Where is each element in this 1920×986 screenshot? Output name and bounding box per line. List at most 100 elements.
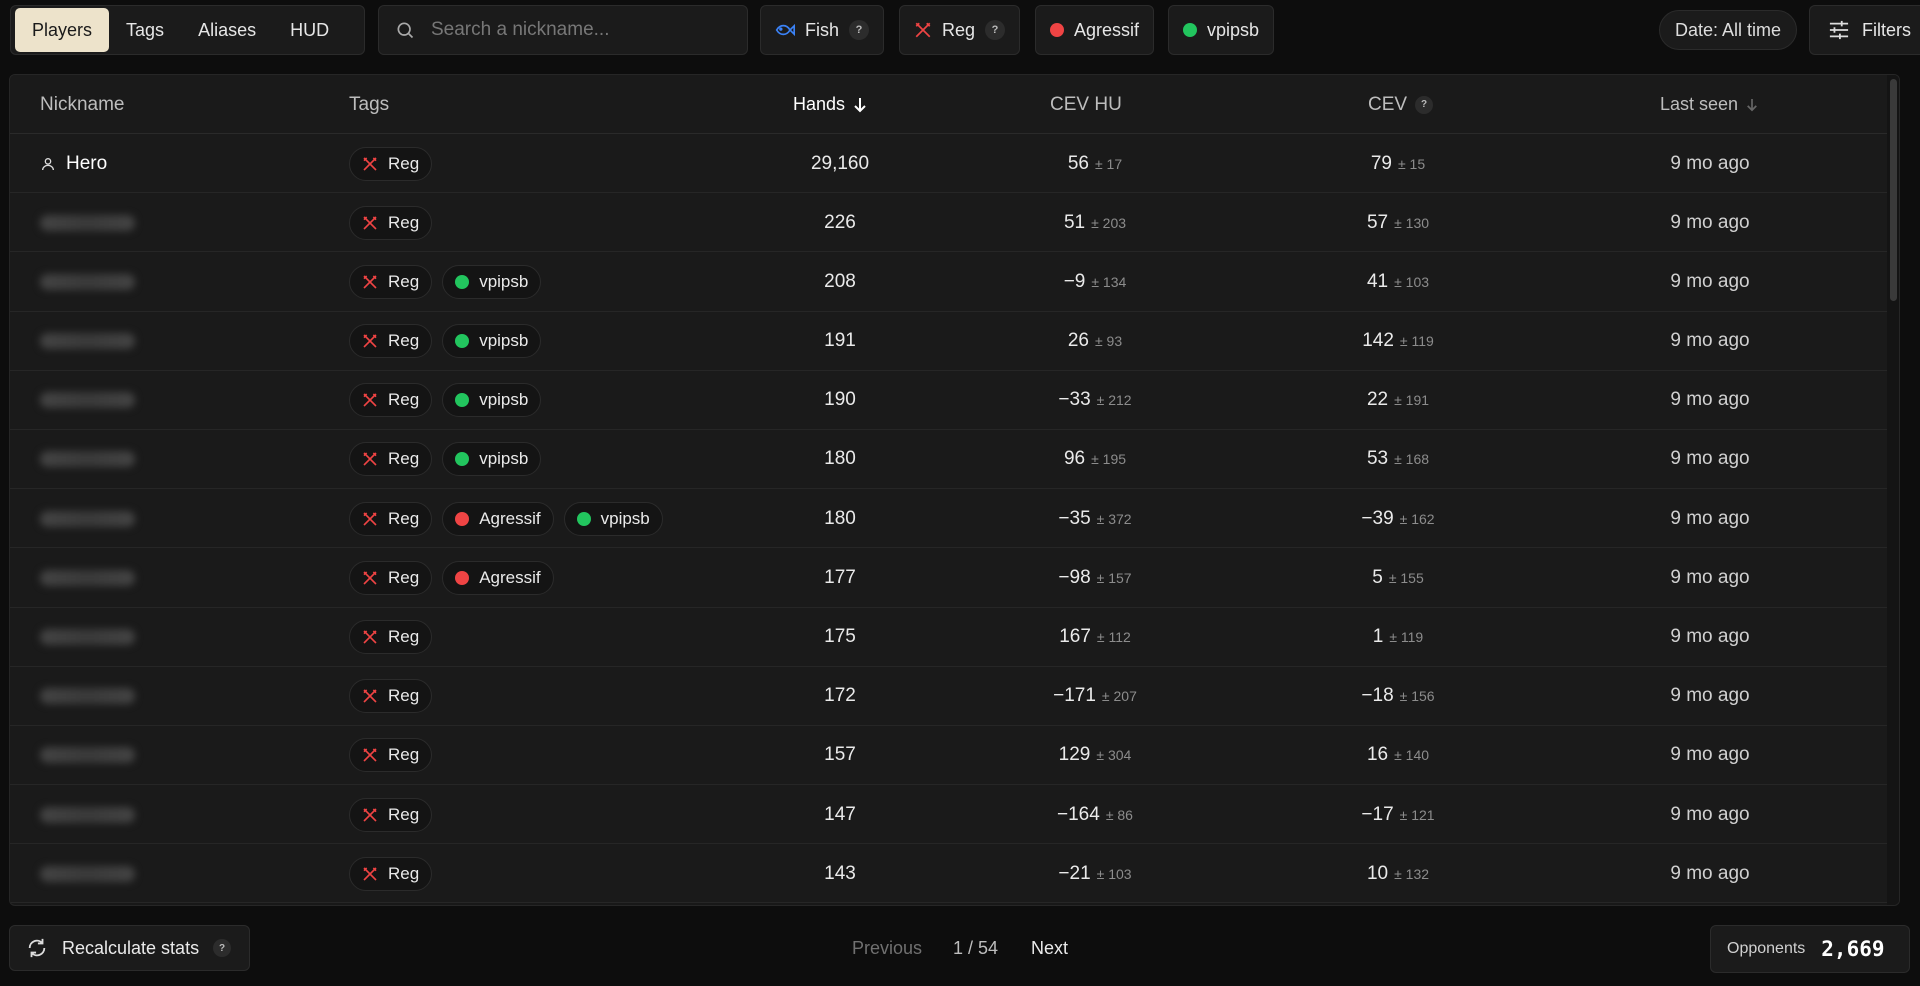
scrollbar-thumb[interactable] — [1890, 79, 1897, 301]
table-row[interactable]: Reg 175 167 ± 112 1 ± 119 9 mo ago — [10, 607, 1899, 667]
col-cev-hu[interactable]: CEV HU — [1050, 75, 1122, 134]
col-cev[interactable]: CEV ? — [1368, 75, 1434, 134]
tag-reg[interactable]: Reg — [349, 620, 433, 654]
nickname-cell[interactable] — [40, 667, 135, 726]
nickname-cell[interactable] — [40, 785, 135, 844]
cev-error: ± 119 — [1399, 333, 1434, 350]
tag-reg[interactable]: Reg — [349, 501, 433, 536]
tag-reg[interactable]: Reg — [349, 264, 433, 299]
tag-vpipsb[interactable]: vpipsb — [442, 324, 542, 359]
tag-reg[interactable]: Reg — [349, 679, 433, 714]
table-body: Hero Reg 29,160 56 ± 17 79 ± 15 9 mo ago Reg 226 5… — [10, 134, 1899, 904]
tag-vpipsb[interactable]: vpipsb — [563, 501, 663, 536]
table-row[interactable]: Reg vpipsb 208 −9 ± 134 41 ± 103 9 mo ago — [10, 252, 1899, 312]
tag-vpipsb[interactable]: vpipsb — [442, 442, 542, 477]
table-row[interactable]: Reg 143 −21 ± 103 10 ± 132 9 mo ago — [10, 844, 1899, 904]
tag-agressif[interactable]: Agressif — [442, 560, 554, 595]
tag-label: Reg — [388, 390, 420, 410]
search-input[interactable] — [431, 19, 731, 41]
hands-cell: 191 — [824, 330, 856, 352]
table-row[interactable]: Reg vpipsb 191 26 ± 93 142 ± 119 9 mo ago — [10, 311, 1899, 371]
recalculate-help-icon[interactable]: ? — [213, 939, 232, 957]
table-row[interactable]: Reg 157 129 ± 304 16 ± 140 9 mo ago — [10, 725, 1899, 786]
tag-label: vpipsb — [479, 331, 529, 351]
search-box[interactable] — [378, 5, 748, 55]
date-filter-button[interactable]: Date: All time — [1659, 10, 1798, 50]
cev-hu-value: 56 — [1067, 152, 1089, 174]
cev-cell: 16 ± 140 — [1298, 726, 1498, 785]
nickname-cell[interactable] — [40, 726, 135, 785]
table-row[interactable]: Reg vpipsb 190 −33 ± 212 22 ± 191 9 mo ago — [10, 370, 1899, 430]
nickname-cell[interactable] — [40, 430, 135, 489]
nickname-cell[interactable] — [40, 193, 135, 252]
tab-tags[interactable]: Tags — [109, 8, 181, 52]
cev-value: 79 — [1370, 152, 1392, 174]
tag-reg[interactable]: Reg — [349, 797, 433, 832]
table-row[interactable]: Hero Reg 29,160 56 ± 17 79 ± 15 9 mo ago — [10, 134, 1899, 194]
tab-players[interactable]: Players — [15, 8, 110, 52]
tab-hud[interactable]: HUD — [273, 8, 346, 52]
blurred-nickname — [40, 214, 135, 231]
tag-reg[interactable]: Reg — [349, 324, 433, 359]
recalculate-stats-button[interactable]: Recalculate stats ? — [9, 925, 250, 971]
tag-vpipsb[interactable]: vpipsb — [442, 383, 542, 418]
last-seen-cell: 9 mo ago — [1670, 685, 1750, 707]
nickname-cell[interactable] — [40, 312, 135, 371]
table-header: Nickname Tags Hands CEV HU CEV ? Last se… — [10, 75, 1899, 134]
filters-button[interactable]: Filters — [1809, 5, 1920, 55]
tag-reg[interactable]: Reg — [349, 856, 433, 891]
previous-button[interactable]: Previous — [852, 925, 922, 971]
tags-cell: Reg vpipsb — [349, 312, 542, 371]
table-row[interactable]: Reg 147 −164 ± 86 −17 ± 121 9 mo ago — [10, 785, 1899, 845]
tag-reg[interactable]: Reg — [349, 560, 433, 595]
tag-reg[interactable]: Reg — [349, 205, 433, 240]
tag-reg[interactable]: Reg — [349, 146, 433, 181]
hands-cell: 190 — [824, 389, 856, 411]
col-last-seen[interactable]: Last seen — [1660, 75, 1758, 134]
nickname-cell[interactable] — [40, 371, 135, 430]
nickname-cell[interactable] — [40, 548, 135, 607]
fish-icon — [775, 23, 795, 37]
filter-chip-fish[interactable]: Fish ? — [760, 5, 885, 55]
table-row[interactable]: Reg 172 −171 ± 207 −18 ± 156 9 mo ago — [10, 666, 1899, 726]
nickname-cell[interactable]: Hero — [40, 134, 107, 193]
green-dot-icon — [1183, 23, 1197, 37]
blurred-nickname — [40, 569, 135, 586]
reg-help-icon[interactable]: ? — [985, 20, 1006, 40]
tag-reg[interactable]: Reg — [349, 383, 433, 418]
hands-cell: 175 — [824, 626, 856, 647]
tag-vpipsb[interactable]: vpipsb — [442, 264, 542, 299]
cev-hu-value: 96 — [1063, 448, 1086, 470]
hands-cell: 29,160 — [810, 152, 870, 174]
blurred-nickname — [40, 806, 135, 823]
tag-reg[interactable]: Reg — [349, 738, 433, 773]
table-row[interactable]: Reg vpipsb 180 96 ± 195 53 ± 168 9 mo ago — [10, 429, 1899, 490]
scrollbar[interactable] — [1887, 75, 1899, 905]
recalculate-label: Recalculate stats — [62, 937, 200, 958]
green-dot-icon — [455, 452, 470, 467]
tag-reg[interactable]: Reg — [349, 442, 433, 477]
tag-agressif[interactable]: Agressif — [442, 501, 554, 536]
fish-help-icon[interactable]: ? — [849, 20, 870, 40]
red-dot-icon — [455, 511, 470, 526]
filter-chip-agressif[interactable]: Agressif — [1035, 5, 1155, 55]
filter-chip-reg[interactable]: Reg ? — [899, 5, 1021, 55]
col-nickname[interactable]: Nickname — [40, 75, 124, 134]
cev-hu-value: 51 — [1063, 211, 1086, 233]
nickname-cell[interactable] — [40, 844, 135, 903]
col-hands[interactable]: Hands — [793, 75, 867, 134]
table-row[interactable]: Reg Agressif vpipsb 180 −35 ± 372 −39 ± 162 9 mo… — [10, 489, 1899, 549]
table-row[interactable]: Reg 226 51 ± 203 57 ± 130 9 mo ago — [10, 193, 1899, 253]
tag-label: Reg — [388, 567, 420, 587]
table-row[interactable]: Reg Agressif 177 −98 ± 157 5 ± 155 9 mo ago — [10, 548, 1899, 608]
nickname-cell[interactable] — [40, 252, 135, 311]
filter-chip-vpipsb[interactable]: vpipsb — [1168, 5, 1275, 55]
tab-aliases[interactable]: Aliases — [181, 8, 273, 52]
nickname-cell[interactable] — [40, 608, 135, 667]
fish-chip-label: Fish — [805, 19, 840, 40]
cev-help-icon[interactable]: ? — [1415, 95, 1434, 114]
next-button[interactable]: Next — [1031, 925, 1068, 971]
blurred-nickname — [40, 688, 135, 705]
last-seen-cell: 9 mo ago — [1670, 330, 1750, 352]
nickname-cell[interactable] — [40, 489, 135, 548]
